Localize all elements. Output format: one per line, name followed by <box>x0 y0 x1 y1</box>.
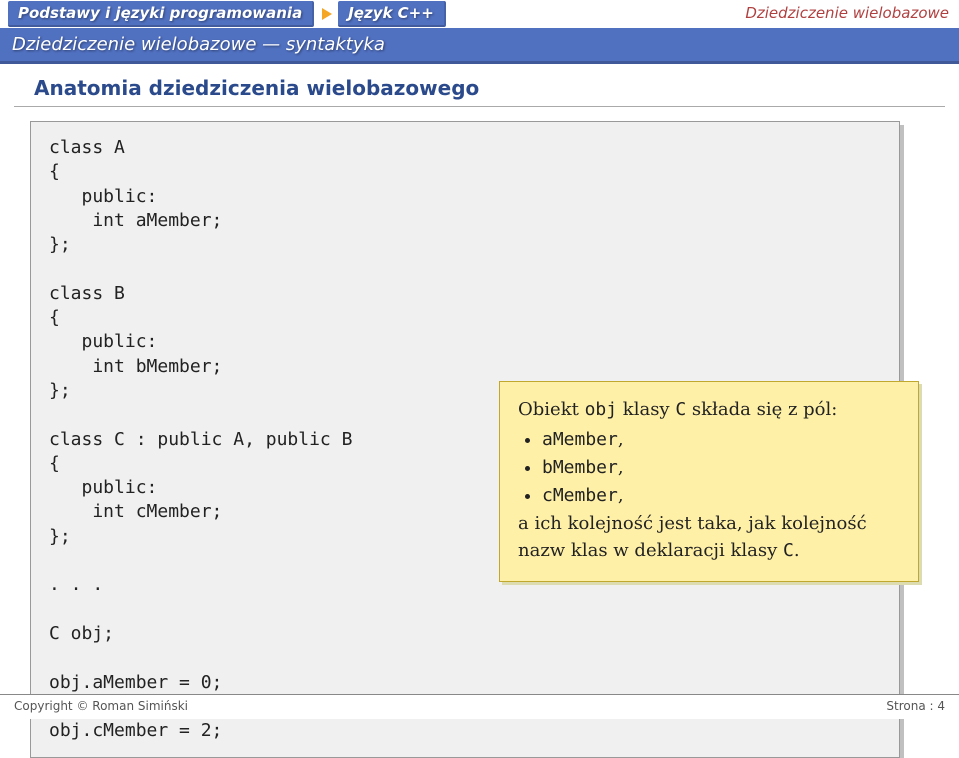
subtitle-bar: Dziedziczenie wielobazowe — syntaktyka <box>0 28 959 64</box>
note-intro-post: składa się z pól: <box>686 399 837 420</box>
header-tab-right: Język C++ <box>338 1 446 27</box>
note-item-a: aMember, <box>542 426 900 454</box>
header-right-label: Dziedziczenie wielobazowe <box>745 4 949 22</box>
section-title: Anatomia dziedziczenia wielobazowego <box>14 64 945 107</box>
note-box: Obiekt obj klasy C składa się z pól: aMe… <box>499 381 919 582</box>
footer-right: Strona : 4 <box>886 699 945 713</box>
note-intro-mid: klasy <box>617 399 675 420</box>
note-item-a-name: aMember <box>542 429 618 450</box>
note-tail-post: . <box>794 540 800 561</box>
note-item-b: bMember, <box>542 454 900 482</box>
content-area: class A { public: int aMember; }; class … <box>0 121 959 758</box>
note-tail: a ich kolejność jest taka, jak kolejność… <box>518 510 900 566</box>
note-item-c-sep: , <box>618 485 624 506</box>
note-list: aMember, bMember, cMember, <box>518 426 900 510</box>
note-item-b-name: bMember <box>542 457 618 478</box>
header-bar: Podstawy i języki programowania Język C+… <box>0 0 959 28</box>
footer-left: Copyright © Roman Simiński <box>14 699 188 713</box>
note-item-a-sep: , <box>618 429 624 450</box>
note-item-b-sep: , <box>618 457 624 478</box>
note-intro-class: C <box>675 399 686 420</box>
note-tail-class: C <box>783 540 794 561</box>
note-intro: Obiekt obj klasy C składa się z pól: <box>518 396 900 424</box>
note-item-c: cMember, <box>542 482 900 510</box>
footer: Copyright © Roman Simiński Strona : 4 <box>0 694 959 719</box>
header-tab-left: Podstawy i języki programowania <box>8 1 314 27</box>
triangle-icon <box>322 8 332 20</box>
note-tail-pre: a ich kolejność jest taka, jak kolejność… <box>518 513 867 562</box>
note-intro-obj: obj <box>585 399 618 420</box>
note-intro-pre: Obiekt <box>518 399 585 420</box>
note-item-c-name: cMember <box>542 485 618 506</box>
